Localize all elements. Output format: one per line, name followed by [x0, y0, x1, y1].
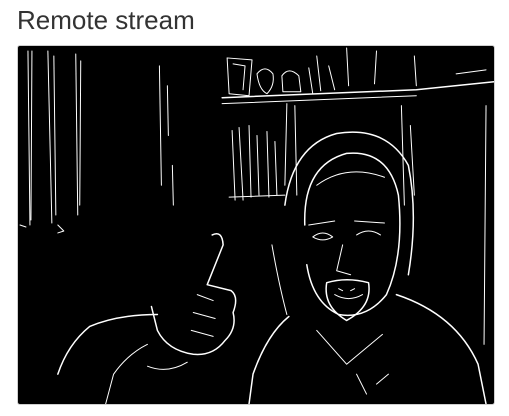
page-title: Remote stream	[17, 5, 195, 35]
remote-video[interactable]	[17, 45, 495, 405]
edge-detected-video-frame	[19, 47, 494, 404]
page: Remote stream	[0, 0, 509, 416]
